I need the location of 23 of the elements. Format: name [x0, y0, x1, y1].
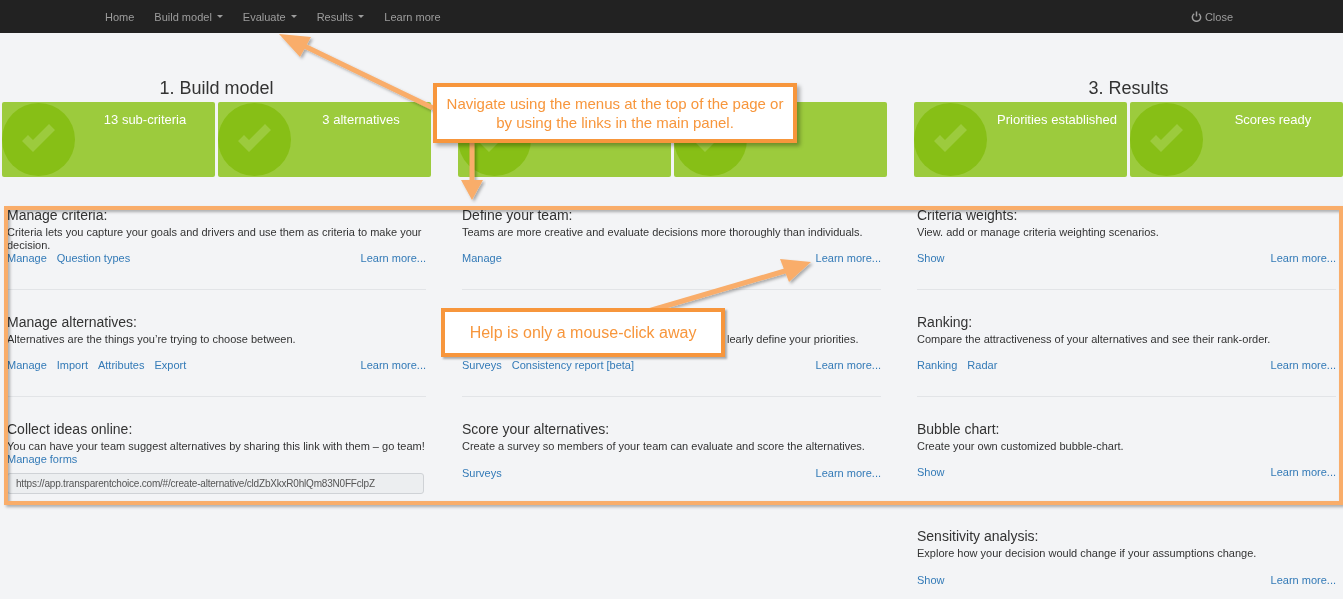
- section-title: Ranking:: [917, 314, 974, 330]
- section-description: Teams are more creative and evaluate decisions more thoroughly than individuals.: [462, 226, 864, 239]
- section-description: Criteria lets you capture your goals and drivers and use them as criteria to make your decision.: [7, 226, 423, 252]
- section-description: Alternatives are the things you’re trying to choose between.: [7, 333, 297, 346]
- section-title: Criteria weights:: [917, 207, 1019, 223]
- section-description: View. add or manage criteria weighting scenarios.: [917, 226, 1160, 239]
- section-title: Bubble chart:: [917, 421, 1001, 437]
- section-description: Create your own customized bubble-chart.: [917, 440, 1125, 453]
- stage-title: 3. Results: [1088, 78, 1169, 98]
- section-title: Manage criteria:: [7, 207, 109, 223]
- section-description: You can have your team suggest alternatives by sharing this link with them – go team!: [7, 440, 426, 453]
- section-title: Score your alternatives:: [462, 421, 611, 437]
- section-title: Define your team:: [462, 207, 574, 223]
- section-title: Manage alternatives:: [7, 314, 138, 330]
- section-description: learly define your priorities.: [727, 333, 859, 346]
- section-title: Sensitivity analysis:: [917, 528, 1040, 544]
- section-description: Create a survey so members of your team can evaluate and score the alternatives.: [462, 440, 866, 453]
- section-title: Collect ideas online:: [7, 421, 134, 437]
- annotation-tooltip: Navigate using the menus at the top of the page or by using the links in the main panel.: [433, 83, 797, 143]
- stage-title: 1. Build model: [159, 78, 274, 98]
- section-description: Explore how your decision would change if your assumptions change.: [917, 547, 1258, 560]
- section-description: Compare the attractiveness of your alternatives and see their rank-order.: [917, 333, 1272, 346]
- annotation-tooltip: Help is only a mouse-click away: [441, 308, 725, 357]
